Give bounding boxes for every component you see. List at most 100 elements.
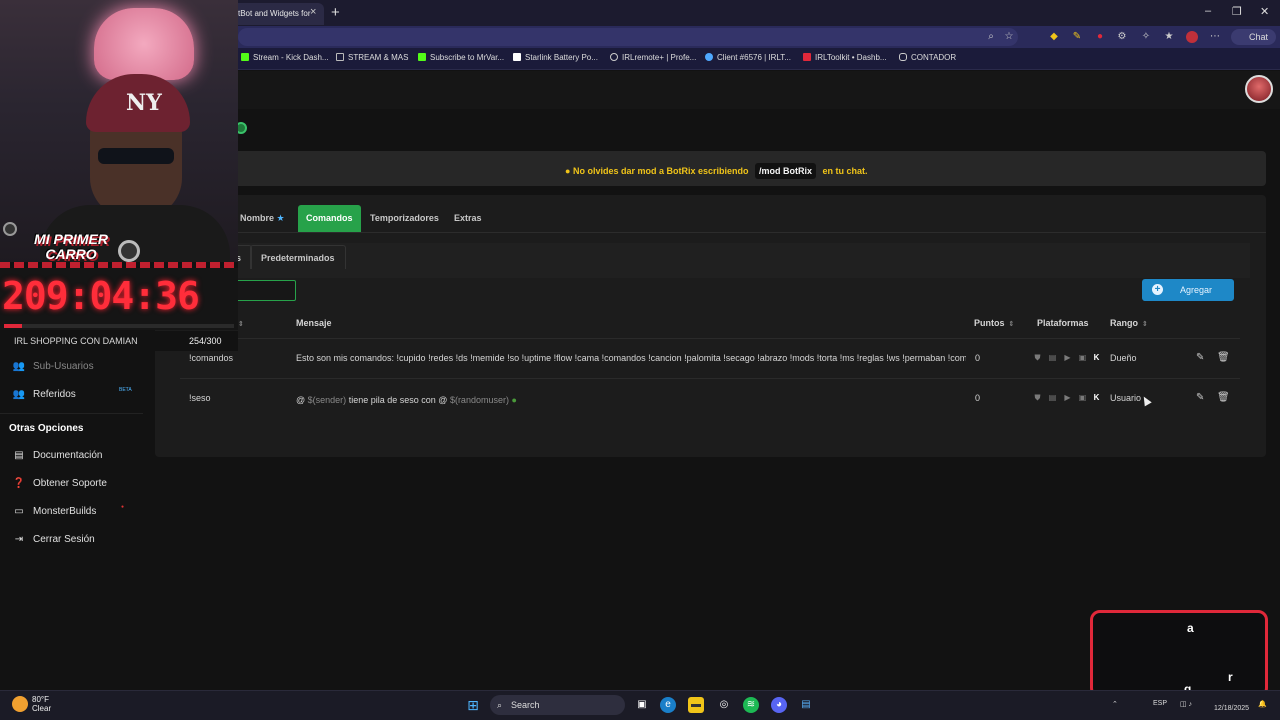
- notepad-icon[interactable]: ▤: [798, 697, 814, 713]
- sidebar-item-logout[interactable]: ⇥ Cerrar Sesión: [12, 534, 95, 545]
- tab-commands[interactable]: Comandos: [298, 205, 361, 232]
- chrome-icon[interactable]: ◎: [716, 697, 732, 713]
- goal-progress-track: [4, 324, 234, 328]
- minimize-button[interactable]: –: [1205, 5, 1211, 17]
- discord-icon[interactable]: ◕: [771, 697, 787, 713]
- weather-widget[interactable]: 80°F Clear: [32, 695, 51, 713]
- extension-icon[interactable]: ◆: [1048, 31, 1060, 43]
- trash-icon[interactable]: 🗑: [1217, 352, 1230, 363]
- taskbar-search[interactable]: ⌕ Search: [490, 695, 625, 715]
- edit-icon[interactable]: ✎: [1196, 352, 1204, 363]
- kick-icon: K: [1093, 353, 1100, 362]
- tab-name[interactable]: Nombre ★: [232, 205, 293, 232]
- alert-overlay-box: [1090, 610, 1268, 698]
- column-header-message: Mensaje: [296, 318, 332, 328]
- extensions-icon[interactable]: ⚙: [1116, 31, 1128, 43]
- close-tab-icon[interactable]: ×: [310, 6, 316, 18]
- close-window-button[interactable]: ✕: [1260, 5, 1269, 18]
- maximize-button[interactable]: ❐: [1232, 5, 1242, 18]
- mod-notice-text: ● No olvides dar mod a BotRix escribiend…: [565, 163, 868, 179]
- subathon-timer: 209:04:36: [2, 274, 200, 318]
- sidebar-item-documentation[interactable]: ▤ Documentación: [12, 450, 102, 461]
- address-bar[interactable]: [238, 28, 1018, 46]
- command-name: !seso: [189, 393, 211, 403]
- contador-icon: [899, 53, 907, 61]
- column-header-platforms: Plataformas: [1037, 318, 1089, 328]
- language-indicator[interactable]: ESP: [1153, 700, 1167, 707]
- sidebar-section-title: Otras Opciones: [9, 423, 84, 434]
- clock-date[interactable]: 12/18/2025: [1214, 705, 1249, 712]
- tray-overflow-icon[interactable]: ⌃: [1112, 700, 1118, 708]
- column-header-points[interactable]: Puntos ⇕: [974, 318, 1014, 328]
- spotify-icon[interactable]: ≋: [743, 697, 759, 713]
- sort-icon: ⇕: [1008, 321, 1015, 328]
- twitch-icon: ▤: [1048, 353, 1057, 362]
- sidebar-item-support[interactable]: ❓ Obtener Soporte: [12, 478, 107, 489]
- neon-sign: [94, 8, 194, 80]
- notification-icon[interactable]: 🔔: [1258, 700, 1267, 708]
- goal-label: IRL SHOPPING CON DAMIAN: [14, 336, 138, 346]
- stream-title-graphic: MI PRIMER CARRO: [34, 231, 108, 262]
- logout-icon: ⇥: [14, 534, 24, 545]
- sidebar-item-monsterbuilds[interactable]: ▭ MonsterBuilds: [12, 506, 96, 517]
- shield-icon: ⛊: [1034, 393, 1041, 402]
- network-icon[interactable]: ◫ ♪: [1180, 700, 1192, 708]
- weather-icon[interactable]: [12, 696, 28, 712]
- bookmark-item[interactable]: CONTADOR: [899, 53, 956, 62]
- bookmark-item[interactable]: IRLremote+ | Profe...: [610, 53, 696, 62]
- cap-logo: NY: [126, 90, 162, 116]
- new-tab-button[interactable]: +: [331, 4, 340, 21]
- tab-extras[interactable]: Extras: [446, 205, 490, 232]
- command-message: @ $(sender) tiene pila de seso con @ $(r…: [296, 395, 517, 405]
- user-avatar[interactable]: [1245, 75, 1273, 103]
- trash-icon[interactable]: 🗑: [1217, 392, 1230, 403]
- bookmark-item[interactable]: STREAM & MAS: [336, 53, 408, 62]
- trovo-icon: ▣: [1078, 393, 1087, 402]
- tab-timers[interactable]: Temporizadores: [362, 205, 447, 232]
- pepe-emote-icon: ●: [511, 395, 517, 405]
- bookmark-item[interactable]: Client #6576 | IRLT...: [705, 53, 791, 62]
- kick-icon: [241, 53, 249, 61]
- sidebar-divider: [0, 413, 143, 414]
- book-icon: ▤: [14, 450, 24, 461]
- zoom-icon[interactable]: ⌕: [985, 31, 997, 43]
- more-menu-icon[interactable]: ⋯: [1209, 31, 1221, 43]
- command-rank: Dueño: [1110, 353, 1137, 363]
- add-command-button[interactable]: + Agregar: [1142, 279, 1234, 301]
- irltoolkit-icon: [803, 53, 811, 61]
- kick-icon: [418, 53, 426, 61]
- windows-start-icon[interactable]: ⊞: [465, 697, 481, 713]
- goal-progress-fill: [4, 324, 22, 328]
- sidebar-item-referrals[interactable]: 👥 Referidos: [12, 389, 76, 400]
- sort-icon: ⇕: [1142, 321, 1148, 328]
- favorite-star-icon[interactable]: ☆: [1003, 31, 1015, 43]
- settings-icon[interactable]: ✧: [1140, 31, 1152, 43]
- sidebar: [0, 350, 143, 690]
- bookmark-item[interactable]: IRLToolkit • Dashb...: [803, 53, 887, 62]
- favorites-icon[interactable]: ★: [1163, 31, 1175, 43]
- file-explorer-icon[interactable]: ▬: [688, 697, 704, 713]
- profile-icon[interactable]: [1186, 31, 1198, 43]
- task-view-icon[interactable]: ▣: [634, 697, 650, 713]
- youtube-icon: ▶: [1064, 353, 1071, 362]
- bookmark-item[interactable]: Starlink Battery Po...: [513, 53, 598, 62]
- edit-icon[interactable]: ✎: [1196, 392, 1204, 403]
- webcam-overlay: NY MI PRIMER CARRO: [0, 0, 238, 268]
- subtab-defaults[interactable]: Predeterminados: [250, 245, 346, 269]
- extension-pen-icon[interactable]: ✎: [1071, 31, 1083, 43]
- column-header-rank[interactable]: Rango ⇕: [1110, 318, 1148, 328]
- referrals-icon: 👥: [12, 389, 26, 400]
- copilot-chat-button[interactable]: Chat: [1231, 29, 1276, 45]
- extension-red-icon[interactable]: ●: [1094, 31, 1106, 43]
- sidebar-item-subusers[interactable]: 👥 Sub-Usuarios: [12, 361, 94, 372]
- command-message: Esto son mis comandos: !cupido !redes !d…: [296, 353, 966, 363]
- edge-icon[interactable]: e: [660, 697, 676, 713]
- bookmark-item[interactable]: Subscribe to MrVar...: [418, 53, 504, 62]
- search-input[interactable]: [236, 280, 296, 301]
- kick-icon: K: [1093, 393, 1100, 402]
- monitor-icon: ▭: [14, 506, 24, 517]
- command-points: 0: [975, 353, 981, 363]
- bookmark-item[interactable]: Stream - Kick Dash...: [241, 53, 329, 62]
- globe-icon: [610, 53, 618, 61]
- command-rank: Usuario: [1110, 393, 1142, 403]
